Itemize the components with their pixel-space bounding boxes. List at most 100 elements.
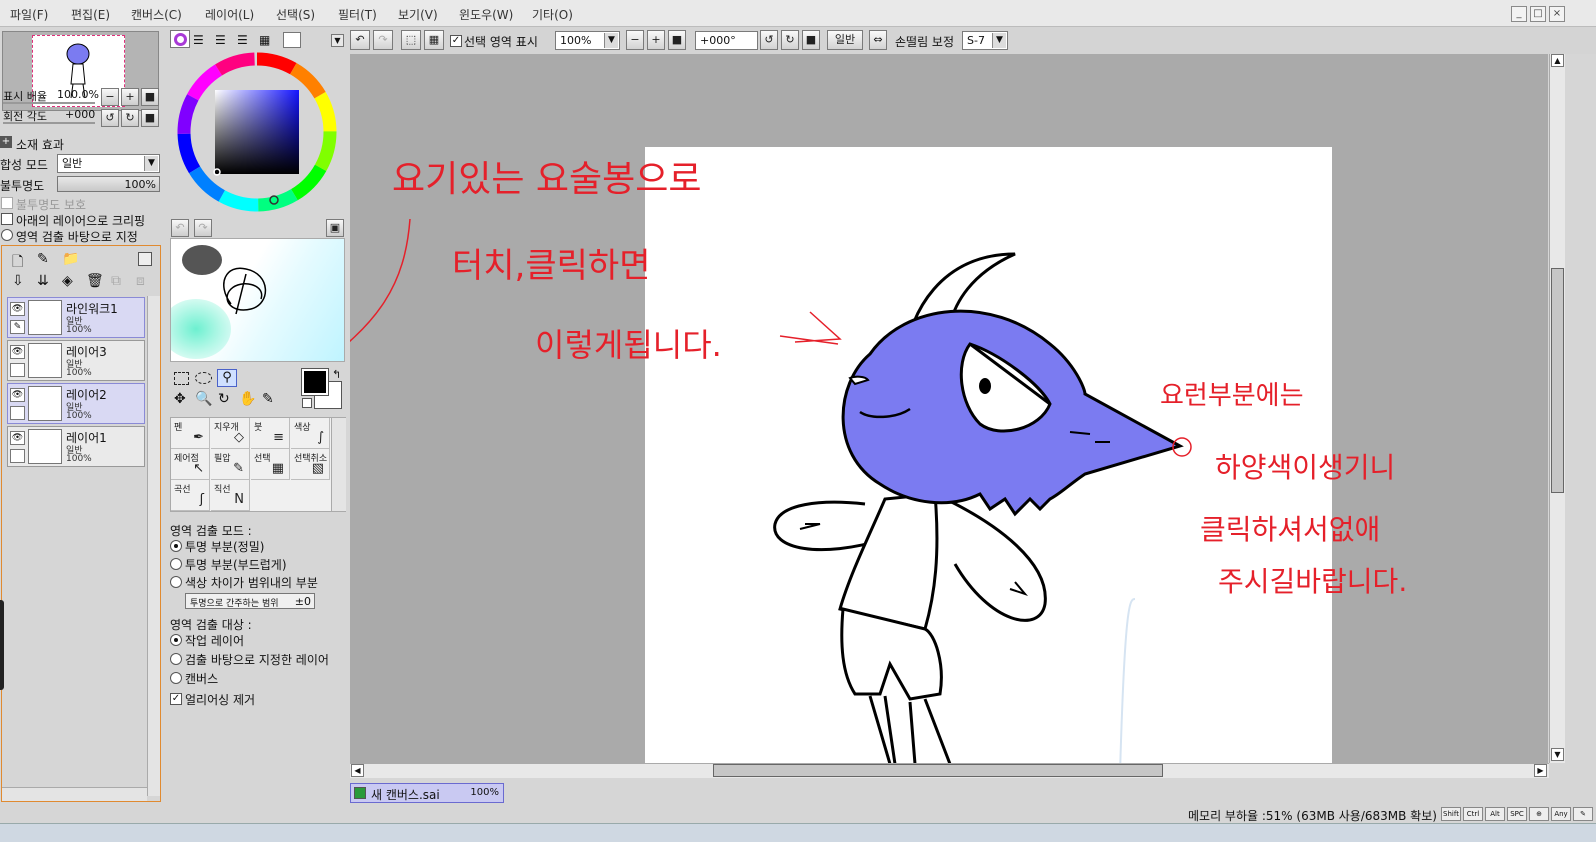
canvas-tab[interactable]: 새 캔버스.sai 100% [350, 783, 504, 803]
rect-select-icon[interactable] [174, 372, 189, 385]
rotate-icon[interactable]: ↻ [218, 391, 230, 407]
layer-scrollbar[interactable] [147, 296, 160, 796]
target-radio-source[interactable] [170, 653, 182, 665]
target-radio-canvas[interactable] [170, 672, 182, 684]
scroll-left-icon[interactable]: ◀ [351, 764, 364, 777]
menu-file[interactable]: 파일(F) [10, 6, 48, 23]
layer-mask-icon[interactable] [138, 252, 152, 266]
minimize-button[interactable]: _ [1511, 6, 1527, 22]
normal-view-button[interactable]: 일반 [827, 30, 863, 50]
layer-row[interactable]: 👁 ✎ 라인워크1 일반 100% [7, 297, 145, 338]
show-selection-checkbox[interactable]: ✓ [450, 35, 462, 47]
tool-0[interactable]: 펜 ✒ [171, 418, 210, 449]
material-effect-label[interactable]: 소재 효과 [16, 136, 64, 153]
redo-button[interactable]: ↷ [373, 30, 393, 50]
new-linework-layer-icon[interactable]: ✎ [37, 251, 49, 267]
target-radio-working[interactable] [170, 634, 182, 646]
tool-3[interactable]: 색상 ∫ [291, 418, 330, 449]
toolbar-zoom-reset-button[interactable]: ■ [668, 30, 686, 50]
scratchpad[interactable] [170, 238, 345, 362]
rotate-left-button[interactable]: ↺ [101, 109, 119, 127]
scratchpad-menu-button[interactable]: ▣ [326, 219, 344, 237]
zoom-icon[interactable]: 🔍 [195, 391, 212, 407]
layer-lock-icon[interactable]: ✎ [10, 320, 25, 334]
new-layer-icon[interactable]: 🗋 [12, 251, 23, 275]
toolbar-zoom-out-button[interactable]: − [626, 30, 644, 50]
visibility-eye-icon[interactable]: 👁 [10, 431, 25, 445]
expand-icon[interactable]: + [0, 136, 12, 148]
stabilizer-select[interactable]: S-7 ▼ [962, 31, 1008, 50]
panel-menu-icon[interactable]: ▼ [331, 34, 344, 47]
restore-button[interactable]: □ [1530, 6, 1546, 22]
swap-colors-icon[interactable]: ↰ [332, 368, 341, 381]
undo-button[interactable]: ↶ [350, 30, 370, 50]
tool-8[interactable]: 곡선 ʃ [171, 480, 210, 511]
scratchpad-tab-icon[interactable] [283, 32, 301, 48]
layer-row[interactable]: 👁 레이어1 일반 100% [7, 426, 145, 467]
layer-row[interactable]: 👁 레이어2 일반 100% [7, 383, 145, 424]
hand-icon[interactable]: ✋ [239, 391, 256, 407]
menu-view[interactable]: 보기(V) [398, 6, 438, 23]
menu-select[interactable]: 선택(S) [276, 6, 315, 23]
eyedropper-icon[interactable]: ✎ [262, 391, 274, 407]
tool-5[interactable]: 필압 ✎ [211, 449, 250, 480]
protect-opacity-checkbox[interactable] [1, 197, 13, 209]
toolbar-rotate-reset-button[interactable]: ■ [802, 30, 820, 50]
flip-view-button[interactable]: ⇔ [869, 30, 887, 50]
scroll-up-icon[interactable]: ▲ [1551, 54, 1564, 67]
layer-lock-icon[interactable] [10, 363, 25, 377]
tool-7[interactable]: 선택취소 ▧ [291, 449, 330, 480]
tool-9[interactable]: 직선 N [211, 480, 250, 511]
menu-layer[interactable]: 레이어(L) [205, 6, 254, 23]
redo-scratch-button[interactable]: ↷ [194, 219, 212, 237]
rgb-slider-tab-icon[interactable]: ☰ [193, 33, 204, 47]
vscroll-thumb[interactable] [1551, 268, 1564, 493]
toolbar-rotate-right-button[interactable]: ↻ [781, 30, 799, 50]
visibility-eye-icon[interactable]: 👁 [10, 388, 25, 402]
lasso-icon[interactable] [195, 372, 212, 384]
new-folder-icon[interactable]: 📁 [62, 251, 79, 267]
zoom-slider[interactable] [3, 102, 95, 104]
blend-mode-select[interactable]: 일반 ▼ [57, 154, 160, 173]
menu-other[interactable]: 기타(O) [532, 6, 573, 23]
canvas-hscrollbar[interactable]: ◀ ▶ [350, 763, 1549, 778]
tool-1[interactable]: 지우개 ◇ [211, 418, 250, 449]
tool-4[interactable]: 제어점 ↖ [171, 449, 210, 480]
close-button[interactable]: × [1549, 6, 1565, 22]
layer-row[interactable]: 👁 레이어3 일반 100% [7, 340, 145, 381]
range-slider[interactable]: 투명으로 간주하는 범위 ±0 [185, 593, 315, 609]
menu-canvas[interactable]: 캔버스(C) [131, 6, 182, 23]
menu-edit[interactable]: 편집(E) [71, 6, 110, 23]
tool-scrollbar[interactable] [331, 418, 346, 511]
scroll-down-icon[interactable]: ▼ [1551, 748, 1564, 761]
toolbar-zoom-in-button[interactable]: + [647, 30, 665, 50]
hsv-slider-tab-icon[interactable]: ☰ [215, 33, 226, 47]
move-icon[interactable]: ✥ [174, 391, 186, 407]
primary-color-swatch[interactable] [301, 368, 329, 396]
transfer-down-icon[interactable]: ⇩ [12, 273, 24, 289]
source-radio[interactable] [1, 229, 13, 241]
visibility-eye-icon[interactable]: 👁 [10, 345, 25, 359]
canvas-vscrollbar[interactable]: ▲ ▼ [1549, 54, 1565, 763]
mode-radio-precise[interactable] [170, 540, 182, 552]
zoom-reset-button[interactable]: ■ [141, 88, 159, 106]
layer-lock-icon[interactable] [10, 406, 25, 420]
invert-selection-button[interactable]: ▦ [424, 30, 444, 50]
clear-layer-icon[interactable]: ◈ [62, 273, 73, 289]
scroll-right-icon[interactable]: ▶ [1534, 764, 1547, 777]
antialias-checkbox[interactable]: ✓ [170, 693, 182, 705]
rotate-right-button[interactable]: ↻ [121, 109, 139, 127]
angle-slider[interactable] [3, 122, 95, 124]
mode-radio-color-diff[interactable] [170, 576, 182, 588]
reset-colors-icon[interactable] [302, 398, 312, 408]
toolbar-rotate-left-button[interactable]: ↺ [760, 30, 778, 50]
menu-filter[interactable]: 필터(T) [338, 6, 377, 23]
menu-window[interactable]: 윈도우(W) [459, 6, 513, 23]
undo-scratch-button[interactable]: ↶ [171, 219, 189, 237]
tool-6[interactable]: 선택 ▦ [251, 449, 290, 480]
clip-checkbox[interactable] [1, 213, 13, 225]
opacity-slider[interactable]: 100% [57, 176, 160, 192]
angle-select[interactable]: +000° [695, 31, 758, 50]
delete-layer-icon[interactable]: 🗑 [86, 273, 104, 289]
rotate-reset-button[interactable]: ■ [141, 109, 159, 127]
